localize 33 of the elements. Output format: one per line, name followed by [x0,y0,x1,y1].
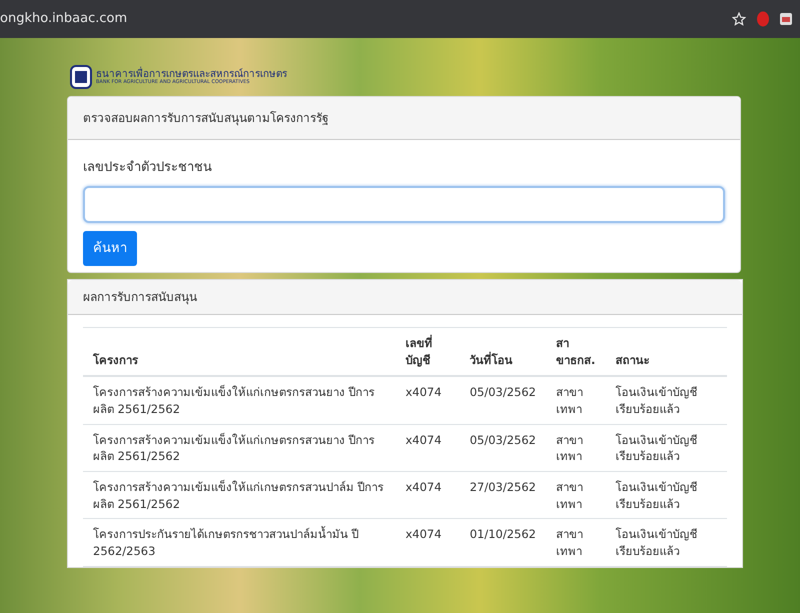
table-cell: โครงการสร้างความเข้มแข็งให้แก่เกษตรกรสวนปาล์ม ปีการผลิต 2561/2562 [83,472,396,519]
table-cell: 27/03/2562 [460,472,546,519]
column-header: สาขาธกส. [546,328,606,376]
table-cell: 05/03/2562 [460,424,546,472]
table-cell: x4074 [395,376,460,424]
card-title: ตรวจสอบผลการรับการสนับสนุนตามโครงการรัฐ [68,97,740,140]
star-icon[interactable] [732,12,746,26]
table-cell: x4074 [395,424,460,472]
table-cell: x4074 [395,518,460,566]
table-cell: สาขาเทพา [546,376,606,424]
table-cell: โครงการประกันรายได้เกษตรกรชาวสวนปาล์มน้ำมัน ปี 2562/2563 [83,518,396,566]
table-cell: โอนเงินเข้าบัญชีเรียบร้อยแล้ว [605,518,727,566]
table-cell: โอนเงินเข้าบัญชีเรียบร้อยแล้ว [605,376,727,424]
table-cell: โอนเงินเข้าบัญชีเรียบร้อยแล้ว [605,472,727,519]
table-cell: x4074 [395,472,460,519]
column-header: สถานะ [605,328,727,376]
table-cell: โครงการสร้างความเข้มแข็งให้แก่เกษตรกรสวนยาง ปีการผลิต 2561/2562 [83,424,396,472]
column-header: เลขที่บัญชี [395,328,460,376]
table-cell: โอนเงินเข้าบัญชีเรียบร้อยแล้ว [605,424,727,472]
logo-icon [70,65,92,89]
column-header: โครงการ [83,328,396,376]
table-cell: สาขาเทพา [546,518,606,566]
table-cell: โครงการสร้างความเข้มแข็งให้แก่เกษตรกรสวนยาง ปีการผลิต 2561/2562 [83,376,396,424]
table-cell: สาขาเทพา [546,424,606,472]
table-cell: สาขาเทพา [546,472,606,519]
table-cell: 05/03/2562 [460,376,546,424]
extension-icon[interactable] [780,12,792,26]
card-title: ผลการรับการสนับสนุน [68,280,742,315]
id-input-field[interactable] [83,186,725,222]
column-header: วันที่โอน [460,328,546,376]
table-cell: 01/10/2562 [460,518,546,566]
search-button[interactable]: ค้นหา [83,230,137,266]
field-label: เลขประจำตัวประชาชน [83,159,213,177]
